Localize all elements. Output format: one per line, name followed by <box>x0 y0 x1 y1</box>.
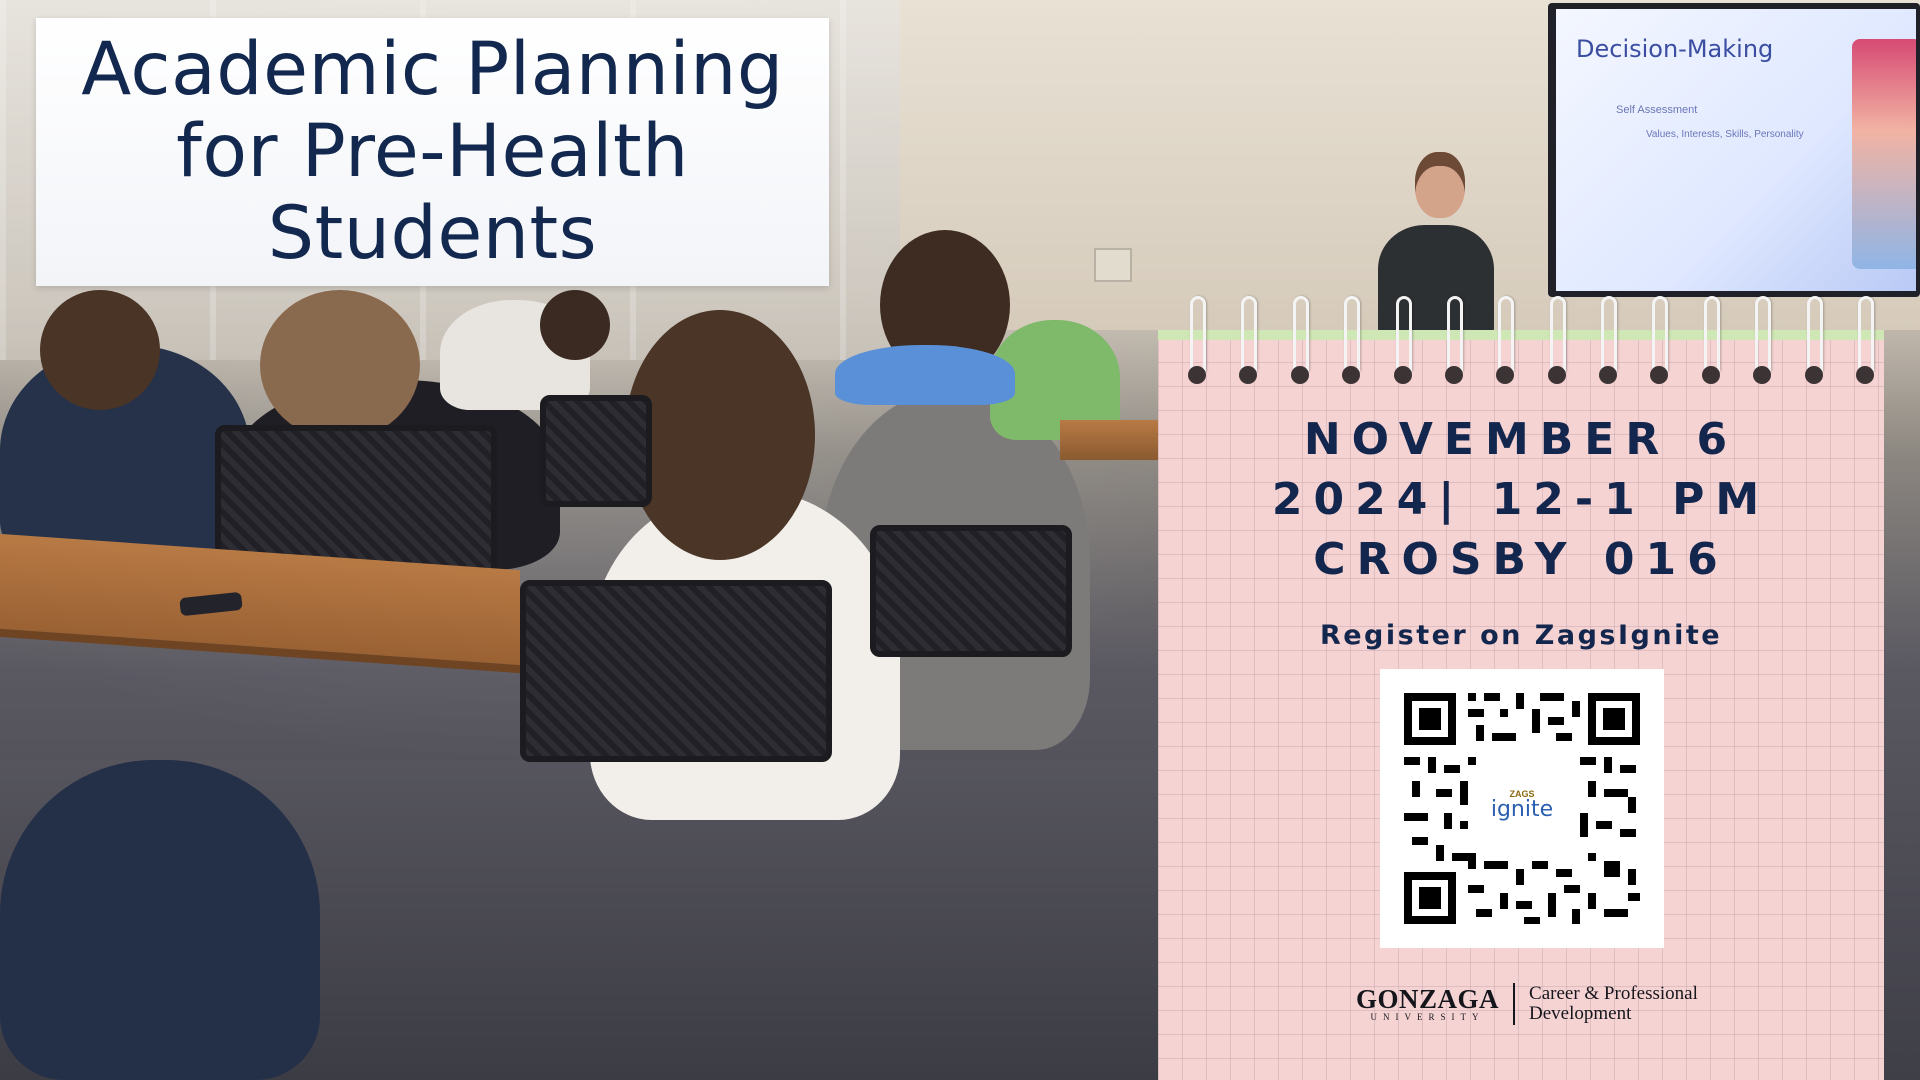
chair <box>520 580 832 762</box>
presenter-head <box>1415 152 1465 218</box>
wall-switch <box>1094 248 1132 282</box>
spiral-ring <box>1237 296 1259 392</box>
spiral-ring <box>1700 296 1722 392</box>
event-time: 2024| 12-1 PM <box>1271 474 1771 525</box>
presentation-screen: Decision-Making Self Assessment Values, … <box>1548 3 1920 297</box>
event-details: NOVEMBER 6 2024| 12-1 PM CROSBY 016 <box>1158 410 1884 590</box>
student-head <box>625 310 815 560</box>
event-location: CROSBY 016 <box>1313 534 1729 585</box>
spiral-ring <box>1392 296 1414 392</box>
spiral-ring <box>1854 296 1876 392</box>
university-sub: UNIVERSITY <box>1370 1012 1485 1022</box>
presentation-slide: Decision-Making Self Assessment Values, … <box>1556 9 1916 291</box>
spiral-ring <box>1597 296 1619 392</box>
footer-divider <box>1513 983 1516 1025</box>
qr-logo-main-text: ignite <box>1490 797 1554 822</box>
spiral-ring <box>1546 296 1568 392</box>
chair <box>870 525 1072 657</box>
slide-sub-bullet: Values, Interests, Skills, Personality <box>1646 129 1804 140</box>
event-date: NOVEMBER 6 <box>1303 414 1739 465</box>
slide-photo <box>1852 39 1916 269</box>
spiral-ring <box>1340 296 1362 392</box>
footer-branding: GONZAGA UNIVERSITY Career & Professional… <box>1356 980 1756 1028</box>
student <box>835 345 1015 405</box>
slide-bullet: Self Assessment <box>1616 104 1698 116</box>
qr-code[interactable]: ZAGS ignite <box>1380 669 1664 948</box>
register-text: Register on ZagsIgnite <box>1319 620 1723 651</box>
spiral-ring <box>1751 296 1773 392</box>
university-name: GONZAGA <box>1356 984 1500 1014</box>
spiral-binding <box>1186 296 1876 392</box>
spiral-ring <box>1289 296 1311 392</box>
department-line-2: Development <box>1529 1003 1632 1024</box>
spiral-ring <box>1803 296 1825 392</box>
student <box>0 760 320 1080</box>
zags-ignite-logo: ZAGS ignite <box>1476 769 1568 841</box>
page-title: Academic Planning for Pre-Health Student… <box>43 29 823 275</box>
student-head <box>260 290 420 440</box>
student-head <box>540 290 610 360</box>
title-line-2: for Pre-Health <box>176 109 689 194</box>
spiral-ring <box>1186 296 1208 392</box>
title-line-1: Academic Planning <box>81 27 784 112</box>
title-card: Academic Planning for Pre-Health Student… <box>36 18 829 286</box>
gonzaga-logo: GONZAGA UNIVERSITY <box>1356 984 1500 1023</box>
title-line-3: Students <box>267 191 598 276</box>
slide-title: Decision-Making <box>1576 35 1774 63</box>
chair <box>540 395 652 507</box>
spiral-ring <box>1648 296 1670 392</box>
student-head <box>40 290 160 410</box>
spiral-ring <box>1494 296 1516 392</box>
department-name: Career & Professional Development <box>1529 984 1698 1024</box>
spiral-ring <box>1443 296 1465 392</box>
department-line-1: Career & Professional <box>1529 983 1698 1004</box>
